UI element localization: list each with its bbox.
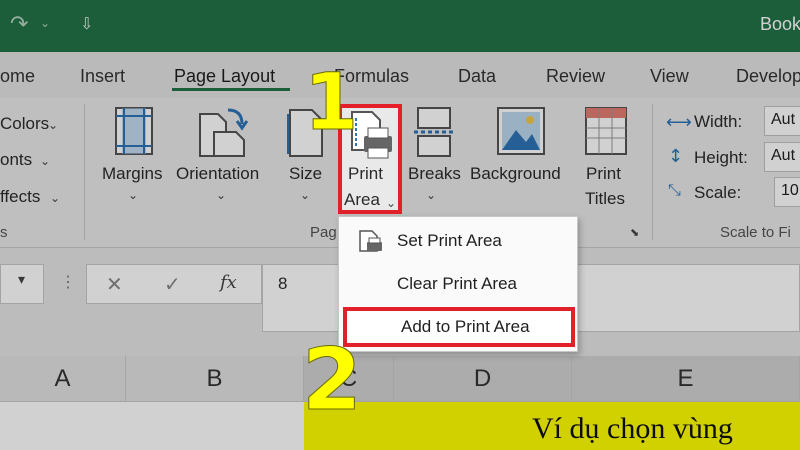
print-area-label-2: Area: [344, 190, 380, 209]
menu-item-add-to-print-area[interactable]: Add to Print Area: [343, 307, 575, 347]
menu-item-label: Add to Print Area: [401, 317, 530, 336]
print-area-chevron-icon: ⌄: [386, 196, 397, 210]
menu-item-label: Clear Print Area: [397, 274, 517, 293]
set-print-area-icon: [359, 230, 382, 252]
print-area-label-1: Print: [348, 164, 383, 183]
menu-item-label: Set Print Area: [397, 231, 502, 250]
step-1-marker: 1: [303, 58, 359, 149]
menu-item-clear-print-area[interactable]: Clear Print Area: [339, 264, 579, 304]
print-area-menu: Set Print Area Clear Print Area Add to P…: [338, 216, 578, 352]
menu-item-set-print-area[interactable]: Set Print Area: [339, 221, 579, 261]
step-2-marker: 2: [302, 330, 363, 431]
